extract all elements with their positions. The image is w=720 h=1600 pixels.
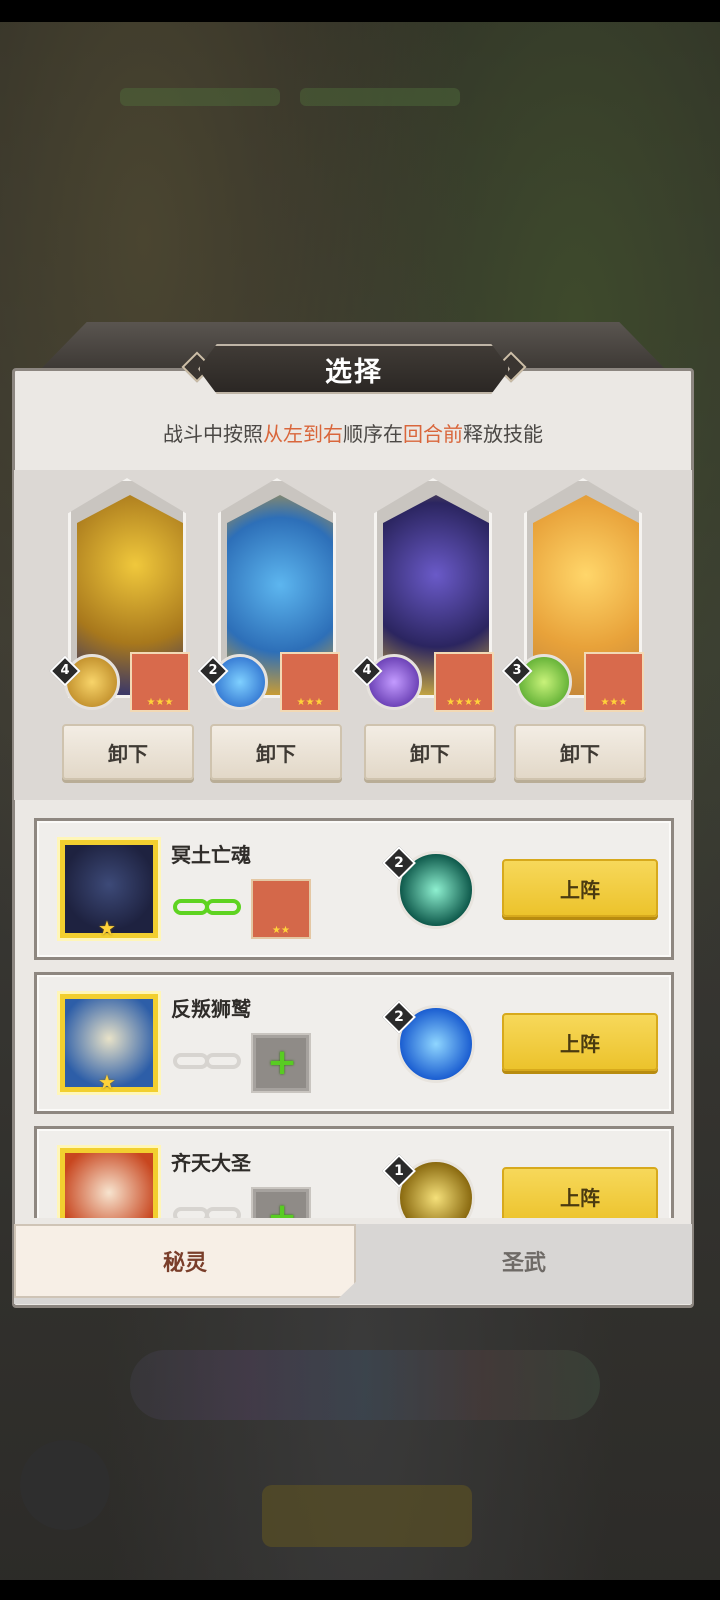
partner-portrait: ★★★	[130, 652, 190, 712]
background-blur-element	[120, 88, 280, 106]
skill-level: 2	[394, 855, 404, 871]
deploy-button[interactable]: 上阵	[502, 1167, 658, 1218]
tab-bar: 秘灵 圣武	[14, 1224, 692, 1304]
unload-button-1[interactable]: 卸下	[62, 724, 194, 780]
tab-spirit[interactable]: 秘灵	[14, 1224, 356, 1298]
instruction-part: 顺序在	[343, 422, 403, 446]
plus-icon: +	[267, 1196, 298, 1219]
skill-level: 1	[394, 1163, 404, 1179]
link-chain-icon	[173, 1203, 241, 1218]
instruction-part: 战斗中按照	[163, 422, 263, 446]
partner-portrait: ★★★★	[434, 652, 494, 712]
dialog-title-plate: 选择	[198, 344, 510, 394]
background-button	[262, 1485, 472, 1547]
hero-name: 冥土亡魂	[171, 843, 251, 867]
skill-level: 4	[362, 663, 372, 678]
hero-avatar[interactable]: ★	[57, 837, 161, 941]
deploy-button[interactable]: 上阵	[502, 859, 658, 917]
plus-icon: +	[267, 1042, 298, 1083]
add-partner-slot[interactable]: +	[251, 1187, 311, 1218]
link-chain-icon	[173, 895, 241, 919]
skill-level: 2	[394, 1009, 404, 1025]
partner-stars: ★★★	[600, 697, 628, 708]
partner-portrait: ★★★	[584, 652, 644, 712]
star-icon: ★	[98, 916, 116, 940]
partner-portrait: ★★★	[280, 652, 340, 712]
hero-avatar[interactable]: ★	[57, 991, 161, 1095]
link-chain-icon	[173, 1049, 241, 1073]
skill-level: 3	[512, 663, 522, 678]
status-bar	[0, 0, 720, 22]
list-item: 齐天大圣 + 1 上阵	[34, 1126, 674, 1218]
tab-holy-weapon[interactable]: 圣武	[356, 1224, 692, 1298]
background-team-row	[130, 1350, 600, 1420]
background-avatar	[20, 1440, 110, 1530]
hero-name: 齐天大圣	[171, 1151, 251, 1175]
unload-button-3[interactable]: 卸下	[364, 724, 496, 780]
hero-name: 反叛狮鹫	[171, 997, 251, 1021]
partner-stars: ★★★	[146, 697, 174, 708]
list-item: ★ 反叛狮鹫 + 2 上阵	[34, 972, 674, 1114]
system-nav-bar	[0, 1580, 720, 1600]
partner-stars: ★★	[272, 925, 290, 936]
list-item: ★ 冥土亡魂 ★★ 2 上阵	[34, 818, 674, 960]
instruction-text: 战斗中按照从左到右顺序在回合前释放技能	[0, 418, 706, 447]
background-blur-element	[300, 88, 460, 106]
skill-level: 2	[208, 663, 218, 678]
skill-level: 4	[60, 663, 70, 678]
instruction-highlight-order: 从左到右	[263, 422, 343, 446]
partner-slot[interactable]: ★★	[251, 879, 311, 939]
add-partner-slot[interactable]: +	[251, 1033, 311, 1093]
dialog-title: 选择	[325, 356, 383, 388]
monkey-king-portrait	[65, 1153, 153, 1218]
unload-button-4[interactable]: 卸下	[514, 724, 646, 780]
hero-avatar[interactable]	[57, 1145, 161, 1218]
partner-stars: ★★★★	[446, 697, 482, 708]
beast-list[interactable]: ★ 冥土亡魂 ★★ 2 上阵 ★ 反叛狮鹫 + 2 上阵 齐天大圣 + 1 上阵	[14, 808, 692, 1218]
deploy-button[interactable]: 上阵	[502, 1013, 658, 1071]
star-icon: ★	[98, 1070, 116, 1094]
instruction-part: 释放技能	[463, 422, 543, 446]
partner-stars: ★★★	[296, 697, 324, 708]
unload-button-2[interactable]: 卸下	[210, 724, 342, 780]
instruction-highlight-timing: 回合前	[403, 422, 463, 446]
